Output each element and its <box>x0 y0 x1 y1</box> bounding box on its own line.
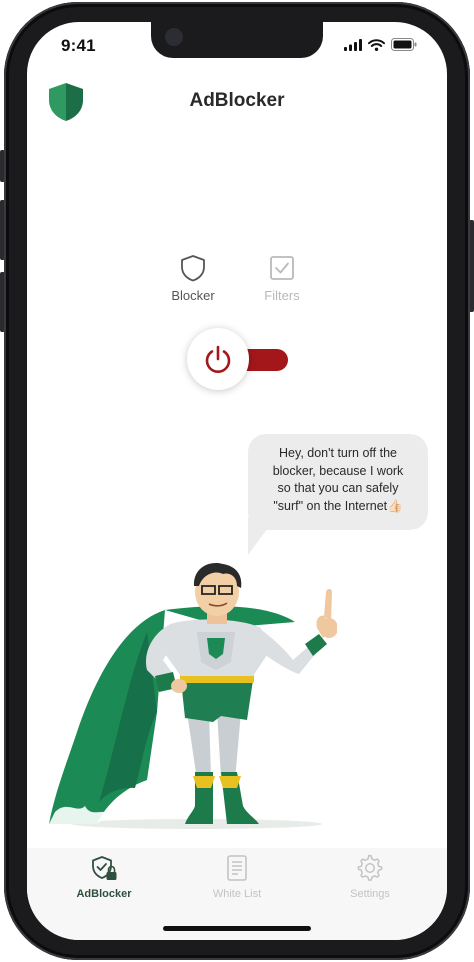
tab-filters[interactable]: Filters <box>247 254 317 303</box>
notch <box>151 22 323 58</box>
app-screen: 9:41 AdBlocker Blocker Filters Hey, don'… <box>27 22 447 940</box>
speech-line-2: blocker, because I work <box>272 463 404 478</box>
superhero-illustration <box>49 562 337 829</box>
speech-line-4: "surf" on the Internet👍🏻 <box>273 498 403 513</box>
nav-white-list[interactable]: White List <box>187 854 287 900</box>
nav-settings[interactable]: Settings <box>320 854 420 900</box>
speech-line-3: so that you can safely <box>277 481 399 495</box>
page-title: AdBlocker <box>189 90 285 111</box>
nav-white-list-label: White List <box>212 888 262 900</box>
tab-blocker[interactable]: Blocker <box>158 254 228 303</box>
tab-blocker-label: Blocker <box>171 288 215 303</box>
power-icon <box>205 345 231 373</box>
speech-line-1: Hey, don't turn off the <box>279 446 397 460</box>
checkbox-icon <box>270 256 294 280</box>
status-time: 9:41 <box>61 36 96 55</box>
speech-bubble: Hey, don't turn off the blocker, because… <box>248 434 428 530</box>
phone-mockup: 9:41 AdBlocker Blocker Filters Hey, don'… <box>0 0 474 962</box>
shield-lock-icon <box>92 856 117 880</box>
tab-filters-label: Filters <box>264 288 300 303</box>
nav-adblocker[interactable]: AdBlocker <box>54 854 154 900</box>
shield-outline-icon <box>181 255 205 282</box>
signal-icon <box>344 38 362 51</box>
battery-icon <box>391 38 417 51</box>
wifi-icon <box>368 38 385 51</box>
document-list-icon <box>227 855 247 881</box>
status-icons <box>344 38 417 51</box>
power-toggle-button[interactable] <box>187 328 249 390</box>
speech-bubble-tail <box>248 517 276 555</box>
gear-icon <box>357 854 383 881</box>
nav-adblocker-label: AdBlocker <box>76 888 132 900</box>
nav-settings-label: Settings <box>350 888 390 900</box>
front-camera <box>165 28 183 46</box>
home-indicator[interactable] <box>163 926 311 931</box>
